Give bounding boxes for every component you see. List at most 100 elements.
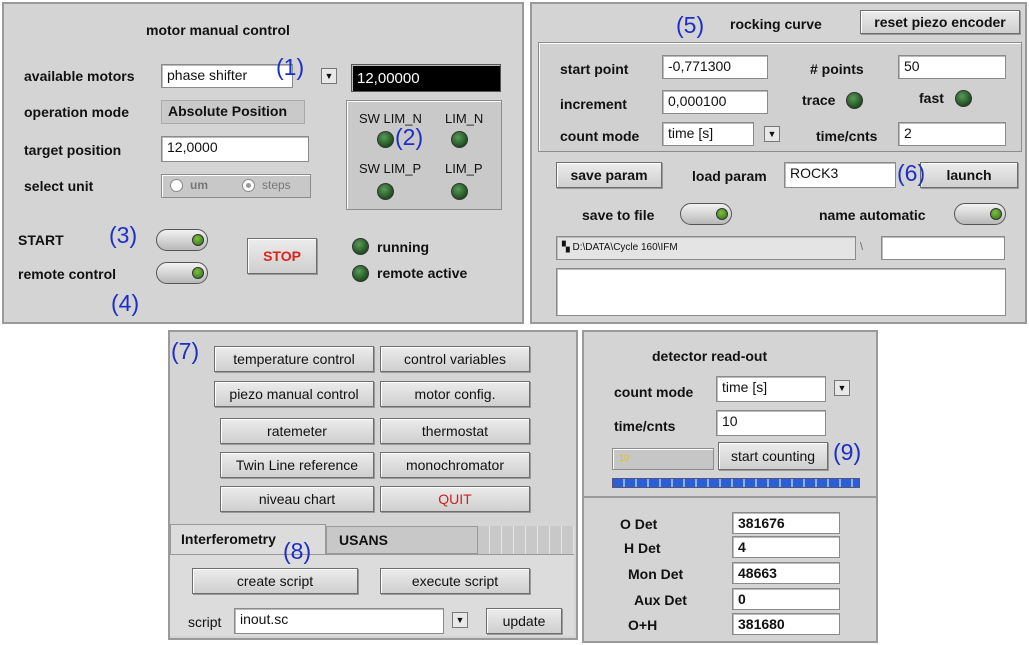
temperature-control-button[interactable]: temperature control: [214, 346, 374, 372]
available-motors-dropdown-icon[interactable]: ▼: [321, 68, 337, 84]
motor-panel-title: motor manual control: [146, 22, 290, 38]
sw-lim-p-led: [377, 183, 394, 200]
sw-lim-n-led: [377, 131, 394, 148]
limits-box: SW LIM_N LIM_N SW LIM_P LIM_P: [346, 100, 502, 210]
monochromator-button[interactable]: monochromator: [380, 452, 530, 478]
annotation-9: (9): [833, 439, 862, 465]
start-counting-button[interactable]: start counting: [718, 442, 828, 470]
niveau-chart-button[interactable]: niveau chart: [220, 486, 374, 512]
rocking-count-mode-label: count mode: [560, 128, 640, 144]
unit-um-radio[interactable]: [170, 179, 183, 192]
count-progress-indicator: 10: [612, 448, 714, 470]
stop-button[interactable]: STOP: [247, 238, 317, 274]
detector-count-mode-dropdown-icon[interactable]: ▼: [834, 380, 850, 396]
unit-radio-group: um steps: [161, 174, 311, 198]
detector-time-cnts-input[interactable]: 10: [716, 410, 826, 436]
rocking-time-cnts-input[interactable]: 2: [898, 122, 1006, 146]
tab-usans[interactable]: USANS: [326, 526, 478, 554]
ratemeter-button[interactable]: ratemeter: [220, 418, 374, 444]
available-motors-label: available motors: [24, 68, 135, 84]
o-det-value: 381676: [732, 512, 840, 534]
start-toggle[interactable]: [156, 229, 208, 251]
remote-active-label: remote active: [377, 265, 468, 281]
detector-title: detector read-out: [652, 348, 768, 364]
detector-count-mode-select[interactable]: time [s]: [716, 376, 826, 402]
lim-p-label: LIM_P: [445, 161, 483, 176]
twin-line-reference-button[interactable]: Twin Line reference: [220, 452, 374, 478]
annotation-7: (7): [171, 338, 200, 364]
quit-button[interactable]: QUIT: [380, 486, 530, 512]
detector-panel: detector read-out count mode time [s] ▼ …: [582, 330, 878, 643]
control-variables-button[interactable]: control variables: [380, 346, 530, 372]
increment-input[interactable]: 0,000100: [662, 90, 768, 114]
remote-control-label: remote control: [18, 266, 117, 282]
target-position-input[interactable]: 12,0000: [161, 136, 309, 162]
save-param-button[interactable]: save param: [556, 162, 662, 188]
operation-mode-label: operation mode: [24, 104, 130, 120]
unit-um-label: um: [190, 178, 208, 192]
thermostat-button[interactable]: thermostat: [380, 418, 530, 444]
piezo-manual-control-button[interactable]: piezo manual control: [214, 381, 374, 407]
lim-n-led: [451, 131, 468, 148]
script-input[interactable]: inout.sc: [234, 608, 444, 634]
update-button[interactable]: update: [486, 608, 562, 634]
position-display: 12,00000: [351, 64, 501, 92]
name-automatic-label: name automatic: [819, 207, 926, 223]
start-point-label: start point: [560, 61, 629, 77]
execute-script-button[interactable]: execute script: [380, 568, 530, 594]
rocking-count-mode-select[interactable]: time [s]: [662, 122, 754, 146]
points-input[interactable]: 50: [898, 55, 1006, 79]
trace-label: trace: [802, 92, 836, 108]
rocking-count-mode-dropdown-icon[interactable]: ▼: [764, 126, 780, 142]
save-to-file-toggle[interactable]: [680, 203, 732, 225]
reset-piezo-encoder-button[interactable]: reset piezo encoder: [860, 10, 1020, 34]
count-progress-value: 10: [619, 453, 630, 463]
load-param-input[interactable]: ROCK3: [784, 162, 896, 188]
o-det-label: O Det: [620, 516, 658, 532]
tab-interferometry-label: Interferometry: [181, 531, 276, 547]
sw-lim-p-label: SW LIM_P: [359, 161, 422, 176]
save-to-file-label: save to file: [582, 207, 655, 223]
launch-button[interactable]: launch: [920, 162, 1018, 188]
operation-mode-value[interactable]: Absolute Position: [161, 100, 305, 124]
points-label: # points: [810, 61, 864, 77]
h-det-value: 4: [732, 536, 840, 558]
remote-active-led: [352, 265, 369, 282]
filename-input[interactable]: [881, 236, 1005, 260]
load-param-label: load param: [692, 168, 767, 184]
remote-control-toggle[interactable]: [156, 262, 208, 284]
tab-strip-grid: [478, 526, 574, 554]
start-point-input[interactable]: -0,771300: [662, 55, 768, 79]
rocking-curve-title: rocking curve: [730, 16, 822, 32]
script-dropdown-icon[interactable]: ▼: [452, 612, 468, 628]
path-separator: \: [860, 241, 864, 253]
aux-det-label: Aux Det: [634, 592, 687, 608]
fast-label: fast: [919, 90, 944, 106]
name-automatic-toggle[interactable]: [954, 203, 1006, 225]
motor-config-button[interactable]: motor config.: [380, 381, 530, 407]
h-det-label: H Det: [624, 540, 661, 556]
target-position-label: target position: [24, 142, 122, 158]
o-plus-h-label: O+H: [628, 617, 658, 633]
count-progress-bar: [612, 478, 860, 488]
lim-p-led: [451, 183, 468, 200]
start-label: START: [18, 232, 64, 248]
mon-det-label: Mon Det: [628, 566, 684, 582]
annotation-6: (6): [897, 160, 926, 186]
path-field[interactable]: ▚ D:\DATA\Cycle 160\IFM: [556, 236, 856, 260]
running-label: running: [377, 239, 430, 255]
lim-n-label: LIM_N: [445, 111, 484, 126]
annotation-5: (5): [676, 12, 705, 38]
trace-led: [846, 92, 863, 109]
folder-icon: ▚: [562, 242, 573, 253]
tab-usans-label: USANS: [339, 532, 389, 548]
unit-steps-radio[interactable]: [242, 179, 255, 192]
script-label: script: [188, 614, 222, 630]
annotation-2: (2): [395, 124, 424, 150]
unit-steps-label: steps: [262, 178, 291, 192]
available-motors-select[interactable]: phase shifter: [161, 64, 293, 88]
select-unit-label: select unit: [24, 178, 94, 194]
create-script-button[interactable]: create script: [192, 568, 358, 594]
annotation-4: (4): [111, 290, 140, 316]
o-plus-h-value: 381680: [732, 613, 840, 635]
